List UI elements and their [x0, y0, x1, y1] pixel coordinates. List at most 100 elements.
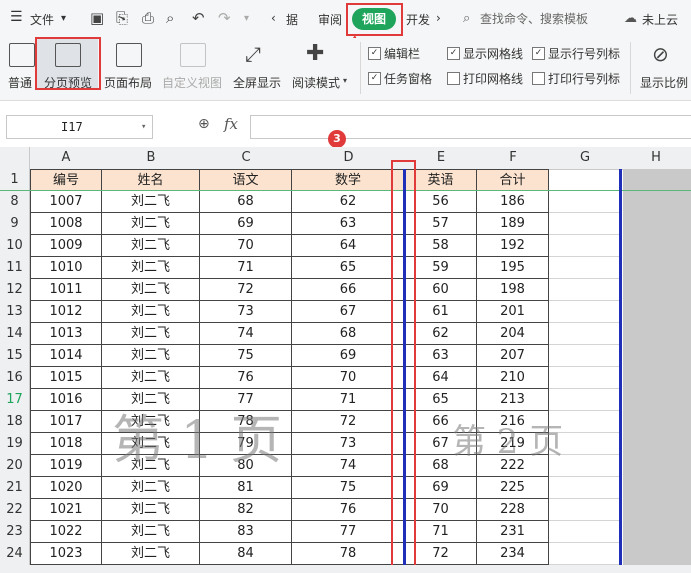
table-cell[interactable]: 刘二飞: [102, 235, 200, 257]
table-cell[interactable]: 81: [200, 477, 292, 499]
table-cell[interactable]: 189: [477, 213, 549, 235]
table-cell[interactable]: 刘二飞: [102, 257, 200, 279]
normal-view-icon[interactable]: [9, 43, 35, 67]
table-cell[interactable]: 82: [200, 499, 292, 521]
checkbox-show-gridlines[interactable]: ✓: [447, 47, 460, 60]
table-cell[interactable]: 195: [477, 257, 549, 279]
row-header[interactable]: 22: [0, 499, 30, 521]
table-cell[interactable]: 68: [200, 191, 292, 213]
normal-view-button[interactable]: 普通: [8, 74, 32, 91]
table-cell[interactable]: 70: [200, 235, 292, 257]
table-cell[interactable]: 1014: [30, 345, 102, 367]
table-cell[interactable]: 刘二飞: [102, 191, 200, 213]
zoom-button[interactable]: 显示比例: [640, 74, 688, 91]
table-cell[interactable]: 76: [200, 367, 292, 389]
table-cell[interactable]: 68: [292, 323, 405, 345]
row-header[interactable]: 10: [0, 235, 30, 257]
table-cell[interactable]: 231: [477, 521, 549, 543]
table-cell[interactable]: 228: [477, 499, 549, 521]
row-header[interactable]: 16: [0, 367, 30, 389]
table-cell[interactable]: 刘二飞: [102, 323, 200, 345]
table-cell[interactable]: 234: [477, 543, 549, 565]
row-header[interactable]: 15: [0, 345, 30, 367]
table-cell[interactable]: 71: [292, 389, 405, 411]
reading-mode-icon[interactable]: ✚: [306, 41, 324, 66]
table-cell[interactable]: 65: [292, 257, 405, 279]
table-cell[interactable]: 78: [292, 543, 405, 565]
table-cell[interactable]: 1021: [30, 499, 102, 521]
table-cell[interactable]: 73: [200, 301, 292, 323]
table-cell[interactable]: 70: [292, 367, 405, 389]
row-header[interactable]: 21: [0, 477, 30, 499]
table-cell[interactable]: 69: [200, 213, 292, 235]
table-cell[interactable]: 192: [477, 235, 549, 257]
checkbox-formula-bar[interactable]: ✓: [368, 47, 381, 60]
row-header[interactable]: 11: [0, 257, 30, 279]
table-cell[interactable]: 刘二飞: [102, 279, 200, 301]
fullscreen-button[interactable]: 全屏显示: [233, 74, 281, 91]
row-header[interactable]: 13: [0, 301, 30, 323]
table-cell[interactable]: 83: [200, 521, 292, 543]
row-header[interactable]: 19: [0, 433, 30, 455]
table-cell[interactable]: 1016: [30, 389, 102, 411]
table-cell[interactable]: 74: [292, 455, 405, 477]
fx-label[interactable]: fx: [224, 115, 238, 133]
zoom-icon[interactable]: ⊘: [652, 42, 669, 66]
chevron-down-icon[interactable]: ▾: [343, 76, 347, 85]
checkbox-task-pane[interactable]: ✓: [368, 72, 381, 85]
column-header-B[interactable]: B: [102, 147, 200, 169]
table-cell[interactable]: 1022: [30, 521, 102, 543]
column-header-A[interactable]: A: [30, 147, 102, 169]
table-cell[interactable]: 69: [292, 345, 405, 367]
page-break-line-right[interactable]: [619, 169, 622, 565]
table-cell[interactable]: 刘二飞: [102, 301, 200, 323]
table-cell[interactable]: 1019: [30, 455, 102, 477]
table-cell[interactable]: 71: [200, 257, 292, 279]
table-cell[interactable]: 刘二飞: [102, 499, 200, 521]
table-cell[interactable]: 1010: [30, 257, 102, 279]
table-cell[interactable]: 72: [292, 411, 405, 433]
row-header[interactable]: 24: [0, 543, 30, 565]
column-header-D[interactable]: D: [292, 147, 405, 169]
table-cell[interactable]: 1007: [30, 191, 102, 213]
column-header-G[interactable]: G: [549, 147, 621, 169]
name-box[interactable]: I17 ▾: [6, 115, 153, 139]
header-cell[interactable]: 语文: [200, 169, 292, 191]
table-cell[interactable]: 1015: [30, 367, 102, 389]
table-cell[interactable]: 186: [477, 191, 549, 213]
row-header[interactable]: 9: [0, 213, 30, 235]
row-header[interactable]: 18: [0, 411, 30, 433]
table-cell[interactable]: 1012: [30, 301, 102, 323]
table-cell[interactable]: 刘二飞: [102, 521, 200, 543]
horizontal-scrollbar[interactable]: [0, 565, 691, 573]
row-header[interactable]: 20: [0, 455, 30, 477]
table-cell[interactable]: 204: [477, 323, 549, 345]
formula-input[interactable]: [250, 115, 691, 139]
table-cell[interactable]: 63: [292, 213, 405, 235]
table-cell[interactable]: 84: [200, 543, 292, 565]
column-header-F[interactable]: F: [477, 147, 549, 169]
table-cell[interactable]: 75: [200, 345, 292, 367]
chevron-down-icon[interactable]: ▾: [141, 116, 146, 138]
table-cell[interactable]: 76: [292, 499, 405, 521]
page-layout-icon[interactable]: [116, 43, 142, 67]
table-cell[interactable]: 刘二飞: [102, 213, 200, 235]
table-cell[interactable]: 75: [292, 477, 405, 499]
table-cell[interactable]: 210: [477, 367, 549, 389]
table-cell[interactable]: 72: [200, 279, 292, 301]
zoom-lookup-icon[interactable]: ⊕: [198, 116, 210, 132]
header-cell[interactable]: 姓名: [102, 169, 200, 191]
table-cell[interactable]: 62: [292, 191, 405, 213]
table-cell[interactable]: 77: [292, 521, 405, 543]
table-cell[interactable]: 74: [200, 323, 292, 345]
table-cell[interactable]: 1008: [30, 213, 102, 235]
row-header[interactable]: 14: [0, 323, 30, 345]
row-header[interactable]: 8: [0, 191, 30, 213]
table-cell[interactable]: 1013: [30, 323, 102, 345]
table-cell[interactable]: 1023: [30, 543, 102, 565]
table-cell[interactable]: 刘二飞: [102, 367, 200, 389]
row-header[interactable]: 12: [0, 279, 30, 301]
table-cell[interactable]: 1017: [30, 411, 102, 433]
checkbox-print-headings[interactable]: [532, 72, 545, 85]
header-cell[interactable]: 数学: [292, 169, 405, 191]
